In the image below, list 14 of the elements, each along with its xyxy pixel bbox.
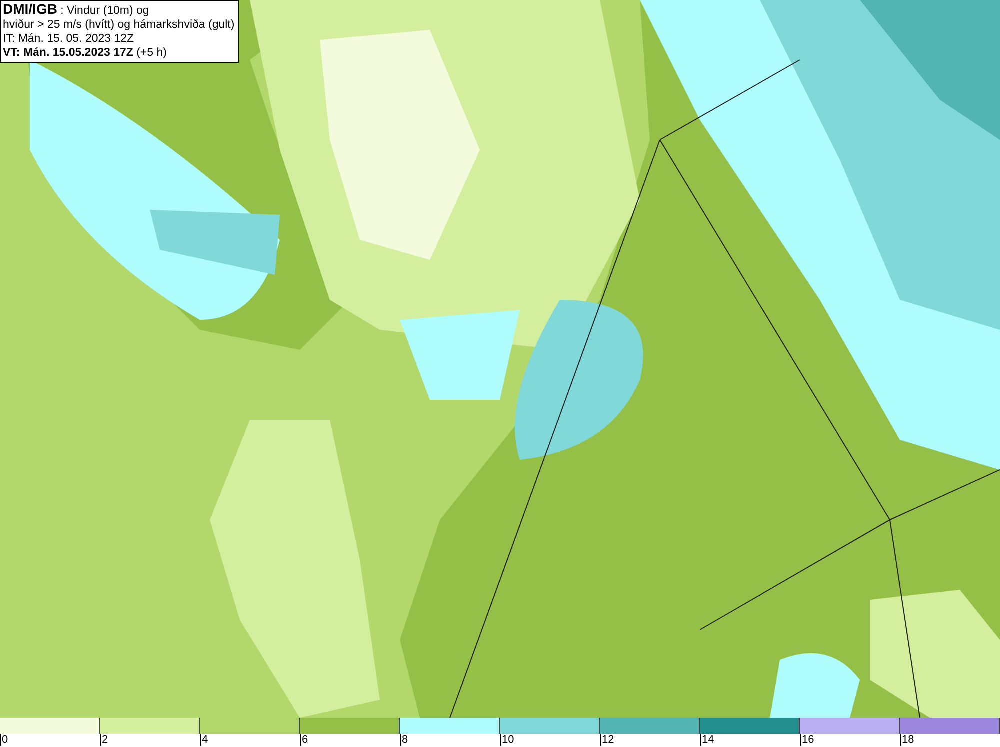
legend-label: 8: [400, 734, 408, 746]
info-line: DMI/IGB : Vindur (10m) og: [3, 2, 150, 18]
legend-label: 10: [500, 734, 514, 746]
info-line: IT: Mán. 15. 05. 2023 12Z: [3, 32, 136, 46]
legend-label: 12: [600, 734, 614, 746]
legend-label: 16: [800, 734, 814, 746]
legend-label: 18: [900, 734, 914, 746]
legend-label: 6: [300, 734, 308, 746]
info-line: hviður > 25 m/s (hvítt) og hámarkshviða (gult): [3, 18, 235, 32]
legend-label: 2: [100, 734, 108, 746]
legend-label: 4: [200, 734, 208, 746]
legend-label: 0: [0, 734, 8, 746]
legend-label: 14: [700, 734, 714, 746]
info-line: VT: Mán. 15.05.2023 17Z (+5 h): [3, 46, 168, 60]
